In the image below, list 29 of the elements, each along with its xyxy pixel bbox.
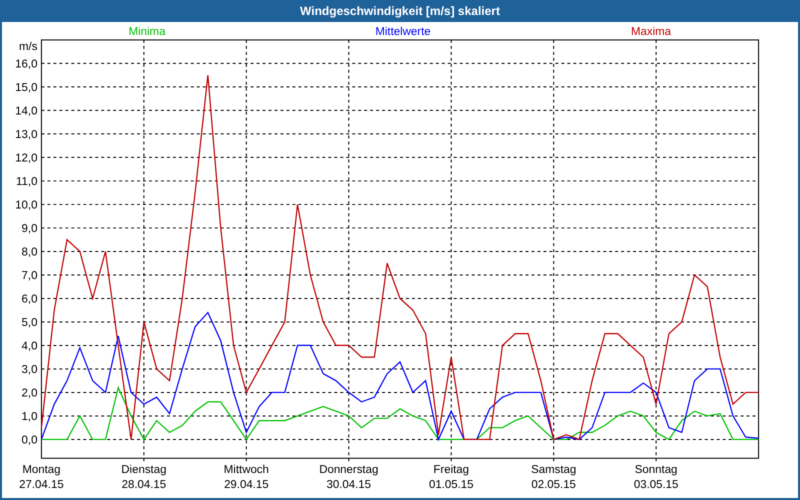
y-tick-label: 12,0 (15, 152, 38, 164)
legend-label: Minima (128, 26, 166, 38)
x-tick-label: Samstag 02.05.15 (531, 464, 576, 492)
window-title: Windgeschwindigkeit [m/s] skaliert (0, 0, 800, 22)
x-tick-label: Sonntag 03.05.15 (634, 464, 678, 492)
x-tick-label: Montag 27.04.15 (19, 464, 64, 492)
legend-label: Mittelwerte (375, 26, 431, 38)
y-tick-label: 13,0 (15, 128, 38, 141)
x-tick-label: Dienstag 28.04.15 (121, 464, 166, 492)
y-tick-label: 3,0 (22, 364, 38, 376)
y-tick-label: 1,0 (22, 410, 38, 423)
y-tick-label: 7,0 (22, 270, 38, 282)
y-tick-label: 8,0 (22, 246, 38, 258)
x-tick-label: Donnerstag 30.04.15 (319, 464, 378, 492)
y-tick-label: 4,0 (22, 340, 38, 352)
y-tick-label: 0,0 (22, 434, 38, 446)
legend-label: Maxima (630, 26, 672, 38)
y-tick-label: 2,0 (22, 387, 38, 400)
y-tick-label: 9,0 (22, 222, 38, 235)
y-tick-label: 5,0 (22, 316, 38, 329)
y-tick-label: 11,0 (16, 176, 38, 188)
y-tick-label: 14,0 (15, 105, 38, 118)
y-axis-unit: m/s (19, 40, 38, 53)
x-tick-label: Freitag 01.05.15 (428, 464, 474, 492)
y-tick-label: 10,0 (15, 199, 38, 212)
y-tick-label: 6,0 (22, 293, 38, 306)
y-tick-label: 15,0 (15, 82, 38, 94)
y-tick-label: 16,0 (15, 58, 38, 70)
x-tick-label: Mittwoch 29.04.15 (224, 464, 269, 492)
